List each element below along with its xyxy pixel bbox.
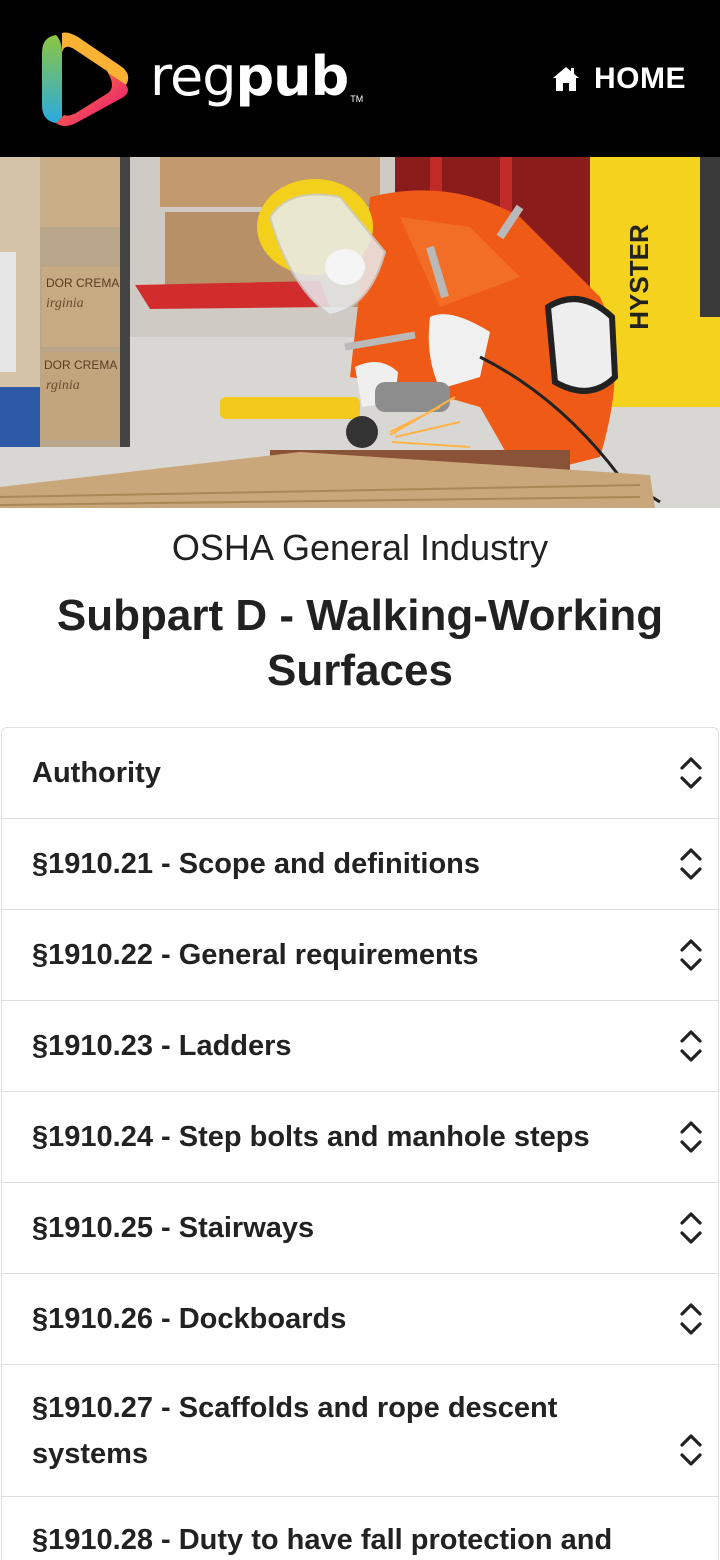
box-label: DOR CREMA <box>44 358 117 372</box>
home-button[interactable]: HOME <box>552 62 686 96</box>
box-label: irginia <box>46 296 84 311</box>
accordion-item-label: Authority <box>32 757 161 789</box>
expand-collapse-chevron-icon <box>680 1303 702 1335</box>
accordion-item-label: §1910.23 - Ladders <box>32 1030 292 1062</box>
expand-collapse-chevron-icon <box>680 848 702 880</box>
accordion-item-1910-28[interactable]: §1910.28 - Duty to have fall protection … <box>2 1497 718 1560</box>
expand-collapse-chevron-icon <box>680 939 702 971</box>
play-logo-icon <box>42 32 129 126</box>
accordion-item-1910-24[interactable]: §1910.24 - Step bolts and manhole steps <box>2 1092 718 1183</box>
accordion-item-label: §1910.27 - Scaffolds and rope descent sy… <box>32 1391 558 1470</box>
accordion-item-label: §1910.22 - General requirements <box>32 939 479 971</box>
accordion-item-1910-21[interactable]: §1910.21 - Scope and definitions <box>2 819 718 910</box>
accordion-item-label: §1910.26 - Dockboards <box>32 1303 347 1335</box>
sections-accordion: Authority §1910.21 - Scope and definitio… <box>1 727 719 1560</box>
trademark-mark: TM <box>350 93 364 104</box>
accordion-item-1910-22[interactable]: §1910.22 - General requirements <box>2 910 718 1001</box>
expand-collapse-chevron-icon <box>680 1433 702 1466</box>
box-label: rginia <box>46 378 80 393</box>
accordion-item-1910-26[interactable]: §1910.26 - Dockboards <box>2 1274 718 1365</box>
brand-name-bold: pub <box>235 45 350 108</box>
regpub-logo[interactable]: regpub TM <box>38 29 364 129</box>
accordion-item-1910-27[interactable]: §1910.27 - Scaffolds and rope descent sy… <box>2 1365 718 1497</box>
home-label: HOME <box>594 61 686 95</box>
accordion-item-label: §1910.21 - Scope and definitions <box>32 848 481 880</box>
accordion-item-1910-25[interactable]: §1910.25 - Stairways <box>2 1183 718 1274</box>
forklift-label: HYSTER <box>624 224 654 330</box>
app-header: regpub TM HOME <box>0 0 720 157</box>
accordion-item-label: §1910.28 - Duty to have fall protection … <box>32 1524 613 1556</box>
hero-image: DOR CREMA irginia DOR CREMA rginia HYSTE… <box>0 157 720 508</box>
page-heading: OSHA General Industry Subpart D - Walkin… <box>0 508 720 698</box>
expand-collapse-chevron-icon <box>680 757 702 789</box>
expand-collapse-chevron-icon <box>680 1030 702 1062</box>
page-title: Subpart D - Walking-Working Surfaces <box>56 591 664 695</box>
accordion-item-label: §1910.24 - Step bolts and manhole steps <box>32 1121 590 1153</box>
accordion-item-label: §1910.25 - Stairways <box>32 1212 315 1244</box>
regulation-source: OSHA General Industry <box>171 527 549 568</box>
expand-collapse-chevron-icon <box>680 1121 702 1153</box>
worker-grinding-photo: DOR CREMA irginia DOR CREMA rginia HYSTE… <box>0 157 720 508</box>
home-icon <box>553 66 579 91</box>
expand-collapse-chevron-icon <box>680 1212 702 1244</box>
brand-name: regpub <box>150 45 350 108</box>
accordion-item-1910-23[interactable]: §1910.23 - Ladders <box>2 1001 718 1092</box>
brand-name-light: reg <box>150 45 237 108</box>
accordion-item-authority[interactable]: Authority <box>2 728 718 819</box>
box-label: DOR CREMA <box>46 276 119 290</box>
